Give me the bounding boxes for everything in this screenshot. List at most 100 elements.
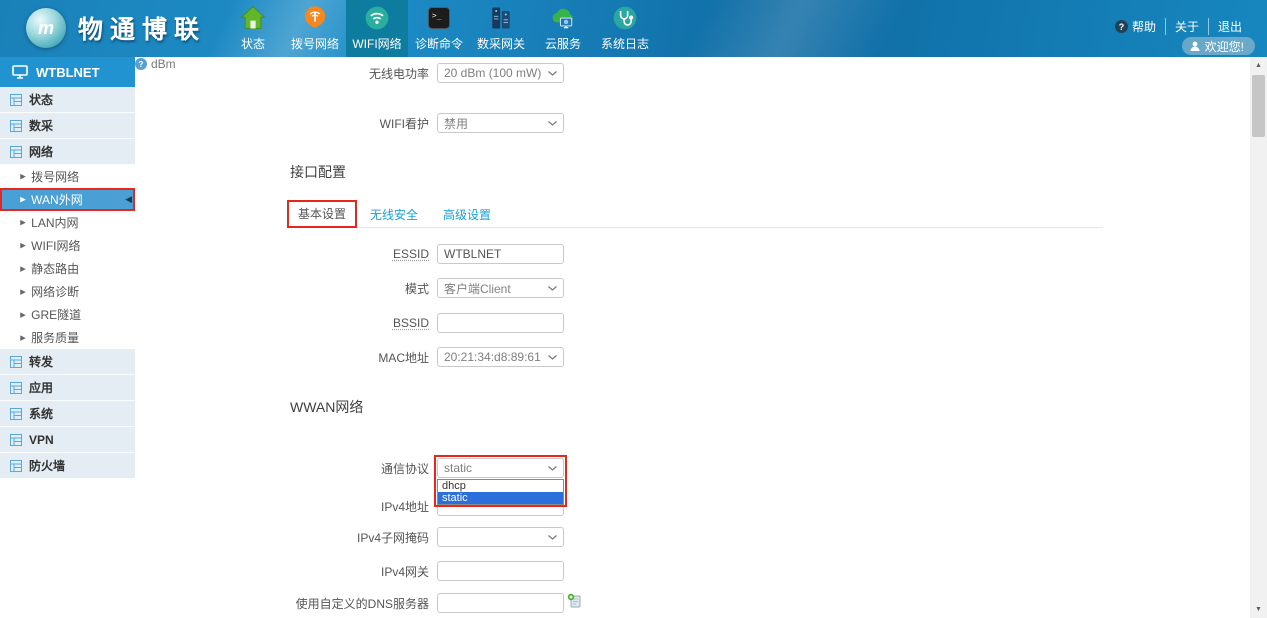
stethoscope-icon bbox=[610, 3, 640, 33]
sidebar-item-wifi-network[interactable]: WIFI网络 bbox=[0, 234, 135, 257]
tab-wireless-security[interactable]: 无线安全 bbox=[370, 202, 418, 228]
protocol-label: 通信协议 bbox=[135, 460, 429, 477]
sidebar-item-dial-network[interactable]: 拨号网络 bbox=[0, 165, 135, 188]
ipv4-netmask-select[interactable] bbox=[437, 527, 564, 547]
nav-item-wifi-network[interactable]: WIFI网络 bbox=[346, 0, 408, 57]
interface-config-heading: 接口配置 bbox=[290, 162, 346, 182]
nav-label: 云服务 bbox=[545, 35, 581, 52]
main-content: 无线电功率 20 dBm (100 mW) ? dBm WIFI看护 禁用 接口… bbox=[135, 57, 1250, 618]
sidebar-item-label: 防火墙 bbox=[29, 457, 65, 474]
nav-item-dial-network[interactable]: 拨号网络 bbox=[284, 0, 346, 57]
sidebar: WTBLNET 状态 数采 网络 拨号网络 WAN外网 ◀ LAN内网 WIFI… bbox=[0, 57, 135, 618]
sidebar-item-label: 应用 bbox=[29, 379, 53, 396]
sidebar-item-status[interactable]: 状态 bbox=[0, 87, 135, 113]
help-link[interactable]: ? 帮助 bbox=[1106, 18, 1165, 35]
sidebar-item-label: 转发 bbox=[29, 353, 53, 370]
chevron-down-icon bbox=[548, 355, 557, 360]
sidebar-item-label: GRE隧道 bbox=[31, 306, 81, 323]
grid-icon bbox=[10, 460, 22, 472]
sidebar-item-forwarding[interactable]: 转发 bbox=[0, 349, 135, 375]
sidebar-item-lan[interactable]: LAN内网 bbox=[0, 211, 135, 234]
device-name: WTBLNET bbox=[36, 65, 100, 80]
sidebar-item-label: 系统 bbox=[29, 405, 53, 422]
sidebar-item-firewall[interactable]: 防火墙 bbox=[0, 453, 135, 479]
add-entry-icon bbox=[567, 593, 582, 608]
welcome-badge: 欢迎您! bbox=[1182, 37, 1255, 55]
add-dns-button[interactable] bbox=[567, 593, 582, 608]
sidebar-item-label: WIFI网络 bbox=[31, 237, 80, 254]
sidebar-item-system[interactable]: 系统 bbox=[0, 401, 135, 427]
scroll-up-arrow[interactable]: ▲ bbox=[1250, 57, 1267, 74]
tab-basic-settings[interactable]: 基本设置 bbox=[287, 200, 357, 228]
wifi-watch-select[interactable]: 禁用 bbox=[437, 113, 564, 133]
sidebar-item-qos[interactable]: 服务质量 bbox=[0, 326, 135, 349]
protocol-dropdown-list: dhcp static bbox=[437, 479, 564, 505]
mac-address-value: 20:21:34:d8:89:61 bbox=[444, 350, 541, 364]
device-name-header: WTBLNET bbox=[0, 57, 135, 87]
ipv4-gateway-input[interactable] bbox=[437, 561, 564, 581]
protocol-select[interactable]: static bbox=[437, 458, 564, 478]
wifi-watch-label: WIFI看护 bbox=[135, 115, 429, 132]
nav-label: 诊断命令 bbox=[415, 35, 463, 52]
radio-icon bbox=[300, 3, 330, 33]
protocol-value: static bbox=[444, 461, 472, 475]
sidebar-item-label: 静态路由 bbox=[31, 260, 79, 277]
sidebar-item-wan[interactable]: WAN外网 ◀ bbox=[0, 188, 135, 211]
bssid-input[interactable] bbox=[437, 313, 564, 333]
protocol-option-dhcp[interactable]: dhcp bbox=[438, 480, 563, 492]
nav-label: 拨号网络 bbox=[291, 35, 339, 52]
grid-icon bbox=[10, 94, 22, 106]
grid-icon bbox=[10, 382, 22, 394]
ipv4-gateway-label: IPv4网关 bbox=[135, 563, 429, 580]
about-link[interactable]: 关于 bbox=[1165, 18, 1208, 35]
wifi-icon bbox=[362, 3, 392, 33]
mac-address-select[interactable]: 20:21:34:d8:89:61 bbox=[437, 347, 564, 367]
essid-input[interactable] bbox=[437, 244, 564, 264]
terminal-icon: >_ bbox=[424, 3, 454, 33]
tab-advanced-settings[interactable]: 高级设置 bbox=[443, 202, 491, 228]
mode-value: 客户端Client bbox=[444, 280, 511, 297]
grid-icon bbox=[10, 146, 22, 158]
nav-item-diagnostic-command[interactable]: >_ 诊断命令 bbox=[408, 0, 470, 57]
wireless-power-value: 20 dBm (100 mW) bbox=[444, 66, 541, 80]
logo-sphere-icon: m bbox=[26, 8, 66, 48]
question-icon: ? bbox=[1115, 20, 1128, 33]
sidebar-item-label: VPN bbox=[29, 433, 54, 447]
nav-item-data-gateway[interactable]: 数采网关 bbox=[470, 0, 532, 57]
logout-link[interactable]: 退出 bbox=[1208, 18, 1251, 35]
sidebar-item-application[interactable]: 应用 bbox=[0, 375, 135, 401]
wifi-watch-value: 禁用 bbox=[444, 115, 468, 132]
custom-dns-input[interactable] bbox=[437, 593, 564, 613]
selected-marker-icon: ◀ bbox=[125, 195, 132, 204]
chevron-down-icon bbox=[548, 535, 557, 540]
sidebar-item-data-collection[interactable]: 数采 bbox=[0, 113, 135, 139]
sidebar-item-vpn[interactable]: VPN bbox=[0, 427, 135, 453]
header-links: ? 帮助 关于 退出 bbox=[1106, 18, 1251, 35]
brand-name: 物通博联 bbox=[78, 10, 206, 46]
sidebar-item-network-diagnosis[interactable]: 网络诊断 bbox=[0, 280, 135, 303]
sidebar-item-static-route[interactable]: 静态路由 bbox=[0, 257, 135, 280]
nav-label: 系统日志 bbox=[601, 35, 649, 52]
sidebar-item-label: 服务质量 bbox=[31, 329, 79, 346]
bssid-label: BSSID bbox=[135, 316, 429, 330]
wireless-power-select[interactable]: 20 dBm (100 mW) bbox=[437, 63, 564, 83]
user-icon bbox=[1190, 41, 1200, 51]
chevron-down-icon bbox=[548, 121, 557, 126]
protocol-option-static[interactable]: static bbox=[438, 492, 563, 504]
scroll-down-arrow[interactable]: ▼ bbox=[1250, 601, 1267, 618]
svg-text:>_: >_ bbox=[432, 11, 442, 20]
nav-item-system-log[interactable]: 系统日志 bbox=[594, 0, 656, 57]
scrollbar-thumb[interactable] bbox=[1252, 75, 1265, 137]
welcome-text: 欢迎您! bbox=[1205, 38, 1244, 55]
grid-icon bbox=[10, 356, 22, 368]
sidebar-item-gre-tunnel[interactable]: GRE隧道 bbox=[0, 303, 135, 326]
sidebar-item-label: LAN内网 bbox=[31, 214, 78, 231]
sidebar-item-label: 网络诊断 bbox=[31, 283, 79, 300]
nav-item-cloud-service[interactable]: 云服务 bbox=[532, 0, 594, 57]
nav-label: 状态 bbox=[241, 35, 265, 52]
mac-address-label: MAC地址 bbox=[135, 349, 429, 366]
sidebar-item-network[interactable]: 网络 bbox=[0, 139, 135, 165]
mode-select[interactable]: 客户端Client bbox=[437, 278, 564, 298]
nav-item-status[interactable]: 状态 bbox=[222, 0, 284, 57]
cloud-icon bbox=[548, 3, 578, 33]
